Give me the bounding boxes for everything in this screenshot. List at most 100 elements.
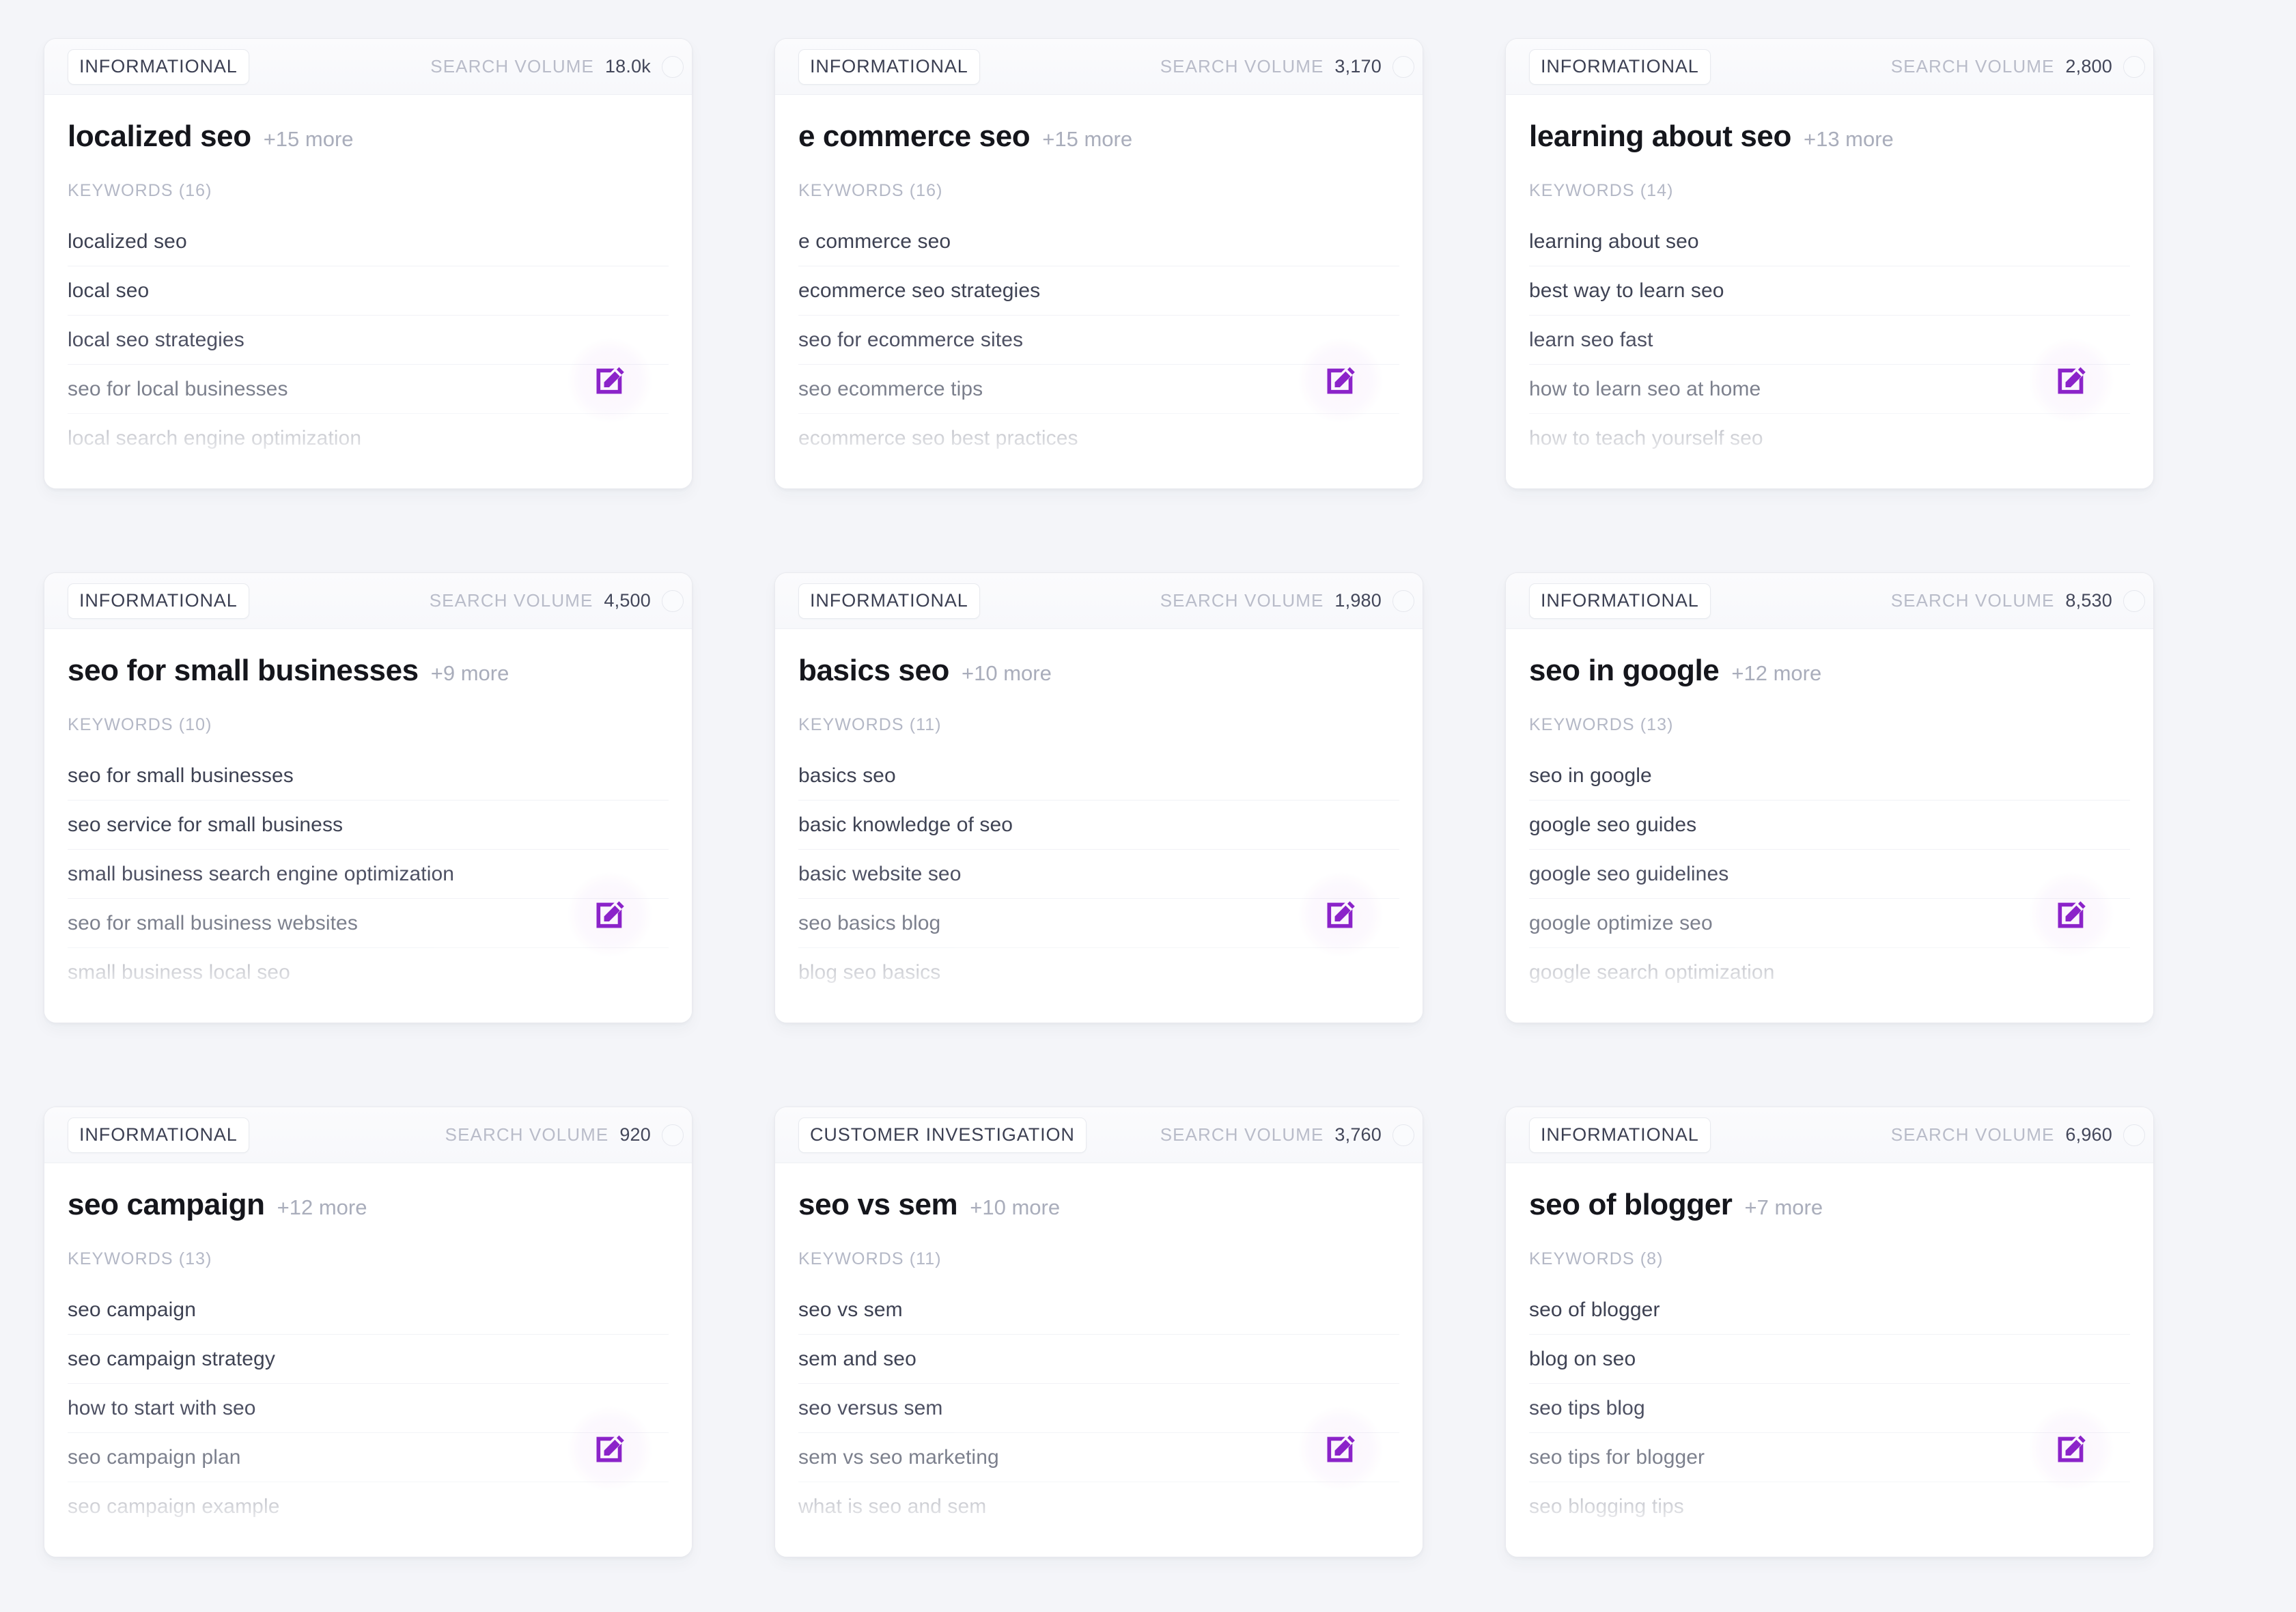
more-keywords-count[interactable]: +12 more — [1731, 661, 1821, 686]
card-body: seo for small businesses +9 more KEYWORD… — [44, 629, 692, 1023]
keyword-row[interactable]: sem and seo — [798, 1335, 1399, 1384]
keyword-list: e commerce seoecommerce seo strategiesse… — [798, 217, 1399, 463]
keyword-row[interactable]: seo campaign example — [68, 1482, 669, 1531]
keyword-row[interactable]: ecommerce seo best practices — [798, 414, 1399, 463]
keywords-heading: KEYWORDS (16) — [798, 181, 1399, 201]
more-keywords-count[interactable]: +10 more — [962, 661, 1052, 686]
keyword-cluster-card-4[interactable]: INFORMATIONAL SEARCH VOLUME 4,500 seo fo… — [44, 572, 692, 1023]
more-keywords-count[interactable]: +7 more — [1745, 1195, 1823, 1220]
search-volume-label: SEARCH VOLUME — [1160, 56, 1324, 77]
edit-cluster-button[interactable] — [568, 1406, 652, 1491]
keyword-row[interactable]: seo campaign — [68, 1286, 669, 1335]
keyword-row[interactable]: localized seo — [68, 217, 669, 266]
keyword-row[interactable]: what is seo and sem — [798, 1482, 1399, 1531]
keyword-row[interactable]: basics seo — [798, 751, 1399, 801]
keyword-row[interactable]: google seo guides — [1529, 801, 2130, 850]
edit-cluster-button[interactable] — [2029, 1406, 2114, 1491]
select-circle-icon[interactable] — [1392, 1124, 1414, 1146]
more-keywords-count[interactable]: +15 more — [264, 127, 354, 152]
keyword-row[interactable]: local search engine optimization — [68, 414, 669, 463]
edit-icon — [2054, 1431, 2089, 1467]
keyword-row[interactable]: learning about seo — [1529, 217, 2130, 266]
card-title-row: localized seo +15 more — [68, 121, 669, 152]
card-title-row: seo of blogger +7 more — [1529, 1189, 2130, 1221]
intent-badge[interactable]: INFORMATIONAL — [798, 49, 980, 85]
edit-cluster-button[interactable] — [2029, 338, 2114, 423]
intent-badge[interactable]: INFORMATIONAL — [1529, 583, 1711, 619]
keyword-row[interactable]: seo for small businesses — [68, 751, 669, 801]
keyword-row[interactable]: best way to learn seo — [1529, 266, 2130, 316]
keyword-row[interactable]: google search optimization — [1529, 948, 2130, 997]
more-keywords-count[interactable]: +12 more — [277, 1195, 367, 1220]
edit-cluster-button[interactable] — [1298, 338, 1383, 423]
intent-badge[interactable]: INFORMATIONAL — [1529, 1117, 1711, 1153]
search-volume-value: 8,530 — [2065, 590, 2112, 611]
edit-icon — [1323, 1431, 1358, 1467]
search-volume-label: SEARCH VOLUME — [1891, 590, 2055, 611]
search-volume-label: SEARCH VOLUME — [430, 56, 594, 77]
more-keywords-count[interactable]: +13 more — [1804, 127, 1894, 152]
intent-badge[interactable]: INFORMATIONAL — [68, 1117, 249, 1153]
more-keywords-count[interactable]: +10 more — [970, 1195, 1060, 1220]
edit-cluster-button[interactable] — [2029, 872, 2114, 957]
keyword-row[interactable]: local seo — [68, 266, 669, 316]
search-volume-group: SEARCH VOLUME 2,800 — [1891, 56, 2153, 78]
card-title-row: seo campaign +12 more — [68, 1189, 669, 1221]
search-volume-label: SEARCH VOLUME — [430, 590, 593, 611]
keywords-heading: KEYWORDS (14) — [1529, 181, 2130, 201]
search-volume-group: SEARCH VOLUME 6,960 — [1891, 1124, 2153, 1146]
intent-badge[interactable]: INFORMATIONAL — [68, 49, 249, 85]
keyword-list: seo campaignseo campaign strategyhow to … — [68, 1286, 669, 1531]
select-circle-icon[interactable] — [1392, 590, 1414, 612]
keyword-row[interactable]: seo in google — [1529, 751, 2130, 801]
more-keywords-count[interactable]: +15 more — [1042, 127, 1132, 152]
keyword-row[interactable]: seo vs sem — [798, 1286, 1399, 1335]
select-circle-icon[interactable] — [662, 1124, 684, 1146]
keyword-cluster-card-5[interactable]: INFORMATIONAL SEARCH VOLUME 1,980 basics… — [774, 572, 1423, 1023]
edit-cluster-button[interactable] — [568, 872, 652, 957]
edit-cluster-button[interactable] — [568, 338, 652, 423]
select-circle-icon[interactable] — [1392, 56, 1414, 78]
card-body: seo in google +12 more KEYWORDS (13) seo… — [1506, 629, 2153, 1023]
card-title-row: learning about seo +13 more — [1529, 121, 2130, 152]
card-title-row: basics seo +10 more — [798, 655, 1399, 686]
edit-icon — [592, 1431, 628, 1467]
keyword-row[interactable]: ecommerce seo strategies — [798, 266, 1399, 316]
card-body: localized seo +15 more KEYWORDS (16) loc… — [44, 95, 692, 488]
edit-cluster-button[interactable] — [1298, 1406, 1383, 1491]
keyword-row[interactable]: seo blogging tips — [1529, 1482, 2130, 1531]
keywords-heading: KEYWORDS (11) — [798, 715, 1399, 735]
search-volume-value: 1,980 — [1334, 590, 1382, 611]
intent-badge[interactable]: INFORMATIONAL — [1529, 49, 1711, 85]
card-body: e commerce seo +15 more KEYWORDS (16) e … — [775, 95, 1423, 488]
keyword-row[interactable]: seo service for small business — [68, 801, 669, 850]
keyword-cluster-card-2[interactable]: INFORMATIONAL SEARCH VOLUME 3,170 e comm… — [774, 38, 1423, 489]
keyword-cluster-card-1[interactable]: INFORMATIONAL SEARCH VOLUME 18.0k locali… — [44, 38, 692, 489]
intent-badge[interactable]: INFORMATIONAL — [798, 583, 980, 619]
keyword-cluster-card-6[interactable]: INFORMATIONAL SEARCH VOLUME 8,530 seo in… — [1505, 572, 2154, 1023]
select-circle-icon[interactable] — [662, 590, 684, 612]
keyword-row[interactable]: basic knowledge of seo — [798, 801, 1399, 850]
edit-cluster-button[interactable] — [1298, 872, 1383, 957]
keyword-row[interactable]: blog seo basics — [798, 948, 1399, 997]
keyword-cluster-card-9[interactable]: INFORMATIONAL SEARCH VOLUME 6,960 seo of… — [1505, 1107, 2154, 1557]
keyword-row[interactable]: small business local seo — [68, 948, 669, 997]
search-volume-label: SEARCH VOLUME — [1891, 1124, 2055, 1145]
keyword-row[interactable]: e commerce seo — [798, 217, 1399, 266]
search-volume-group: SEARCH VOLUME 8,530 — [1891, 590, 2153, 612]
keyword-row[interactable]: seo of blogger — [1529, 1286, 2130, 1335]
keyword-cluster-card-3[interactable]: INFORMATIONAL SEARCH VOLUME 2,800 learni… — [1505, 38, 2154, 489]
search-volume-value: 2,800 — [2065, 56, 2112, 77]
keyword-cluster-card-7[interactable]: INFORMATIONAL SEARCH VOLUME 920 seo camp… — [44, 1107, 692, 1557]
keyword-row[interactable]: blog on seo — [1529, 1335, 2130, 1384]
intent-badge[interactable]: INFORMATIONAL — [68, 583, 249, 619]
keyword-row[interactable]: how to teach yourself seo — [1529, 414, 2130, 463]
select-circle-icon[interactable] — [2123, 1124, 2145, 1146]
intent-badge[interactable]: CUSTOMER INVESTIGATION — [798, 1117, 1087, 1153]
keyword-row[interactable]: seo campaign strategy — [68, 1335, 669, 1384]
keyword-cluster-card-8[interactable]: CUSTOMER INVESTIGATION SEARCH VOLUME 3,7… — [774, 1107, 1423, 1557]
select-circle-icon[interactable] — [662, 56, 684, 78]
select-circle-icon[interactable] — [2123, 56, 2145, 78]
more-keywords-count[interactable]: +9 more — [431, 661, 509, 686]
select-circle-icon[interactable] — [2123, 590, 2145, 612]
